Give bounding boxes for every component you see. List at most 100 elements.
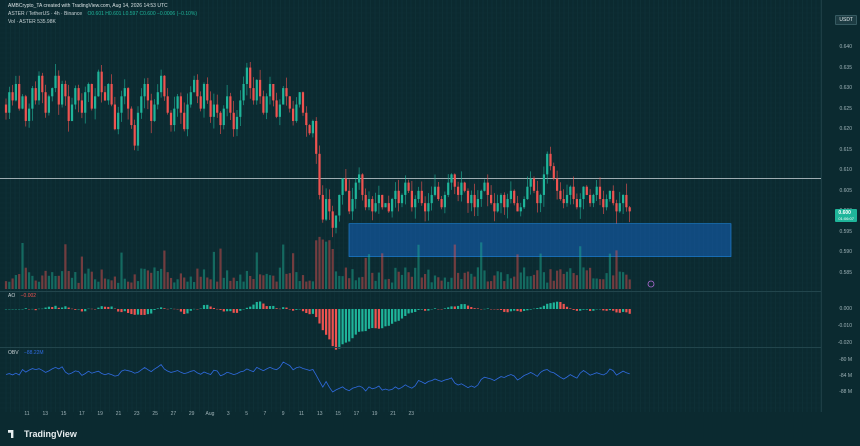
ao-bar xyxy=(608,309,611,311)
price-tick-label: 0.585 xyxy=(839,270,852,276)
current-price-tag: 0.600 01:06:07 xyxy=(835,209,857,222)
time-tick-label: 25 xyxy=(152,411,158,417)
ao-bar xyxy=(374,309,377,329)
candle-body xyxy=(222,108,225,126)
candle-body xyxy=(193,79,196,93)
candle-body xyxy=(476,199,479,208)
ao-bar xyxy=(509,309,512,312)
ao-bar xyxy=(348,309,351,342)
candle-body xyxy=(575,199,578,208)
candle-body xyxy=(496,203,499,212)
symbol-line: ASTER / TetherUS · 4h · Binance xyxy=(8,11,83,17)
ao-bar xyxy=(470,307,473,309)
candle-body xyxy=(196,79,199,97)
volume-bar xyxy=(391,282,394,289)
volume-bar xyxy=(295,272,298,289)
candle-body xyxy=(173,108,176,126)
volume-bar xyxy=(51,272,54,289)
volume-bar xyxy=(361,276,364,289)
ao-bar xyxy=(407,309,410,314)
ao-bar xyxy=(156,308,159,309)
candle-body xyxy=(292,108,295,121)
volume-bar xyxy=(31,275,34,289)
pane-separator-ao[interactable] xyxy=(0,291,822,292)
volume-bar xyxy=(542,272,545,289)
volume-bar xyxy=(420,277,423,289)
volume-bar xyxy=(226,270,229,289)
ao-bar xyxy=(585,309,588,310)
volume-bar xyxy=(28,272,31,289)
time-tick-label: 21 xyxy=(390,411,396,417)
candle-body xyxy=(176,96,179,109)
candle-body xyxy=(437,186,440,200)
currency-button[interactable]: USDT xyxy=(835,15,857,25)
ao-bar xyxy=(245,307,248,309)
ao-bar xyxy=(61,307,64,309)
volume-bar xyxy=(367,254,371,289)
ao-bar xyxy=(334,309,338,350)
volume-bar xyxy=(127,281,130,289)
ao-bar xyxy=(427,309,430,311)
candle-body xyxy=(189,92,192,105)
volume-bar xyxy=(410,276,413,289)
ao-bar xyxy=(301,309,305,312)
ao-tick-label: -0.010 xyxy=(837,323,852,329)
ao-bar xyxy=(222,309,225,312)
ao-bar xyxy=(618,309,621,313)
ao-bar xyxy=(163,308,166,309)
ao-bar xyxy=(506,309,509,313)
candle-body xyxy=(490,194,493,204)
brand-label: TradingView xyxy=(24,429,77,439)
ao-bar xyxy=(34,309,37,311)
ao-bar xyxy=(615,309,618,313)
ao-bar xyxy=(420,309,423,310)
price-axis[interactable]: USDT xyxy=(821,0,860,412)
time-tick-label: 17 xyxy=(79,411,85,417)
candle-body xyxy=(503,194,506,208)
candle-body xyxy=(160,75,163,93)
volume-bar xyxy=(232,277,235,289)
candle-body xyxy=(325,199,328,220)
volume-bar xyxy=(272,275,275,289)
volume-bar xyxy=(595,278,598,289)
candle-body xyxy=(130,108,133,126)
candle-body xyxy=(572,186,575,200)
candle-body xyxy=(242,83,245,101)
candle-body xyxy=(348,190,351,212)
volume-bar xyxy=(622,272,625,289)
candle-body xyxy=(460,182,463,195)
symbol-info[interactable]: ASTER / TetherUS · 4h · Binance O0.601 H… xyxy=(8,12,197,17)
candle-body xyxy=(334,215,338,228)
candle-body xyxy=(18,83,21,109)
volume-bar xyxy=(605,273,608,289)
pane-separator-obv[interactable] xyxy=(0,347,822,348)
tradingview-logo-icon xyxy=(8,430,14,438)
volume-bar xyxy=(328,240,331,289)
candle-body xyxy=(146,83,149,101)
candle-body xyxy=(539,194,542,204)
ao-bar xyxy=(265,306,268,309)
volume-bar xyxy=(509,278,512,289)
price-chart[interactable] xyxy=(0,0,822,412)
candle-body xyxy=(559,190,562,200)
candle-body xyxy=(463,182,466,191)
candle-body xyxy=(229,96,232,113)
candle-body xyxy=(179,96,182,113)
demand-zone-box[interactable] xyxy=(348,223,732,257)
candle-body xyxy=(97,71,100,97)
volume-bar xyxy=(169,277,173,289)
volume-bar xyxy=(166,272,169,289)
volume-bar xyxy=(523,267,526,289)
candle-body xyxy=(127,88,130,109)
candle-body xyxy=(506,199,509,208)
volume-bar xyxy=(196,268,199,289)
candle-body xyxy=(618,203,621,212)
candle-body xyxy=(493,203,496,212)
candle-body xyxy=(400,194,404,204)
ao-bar xyxy=(476,308,479,309)
ao-bar xyxy=(84,309,87,312)
volume-bar xyxy=(433,275,437,289)
volume-bar xyxy=(341,276,344,289)
candle-body xyxy=(31,88,34,109)
alert-icon[interactable] xyxy=(647,280,655,288)
